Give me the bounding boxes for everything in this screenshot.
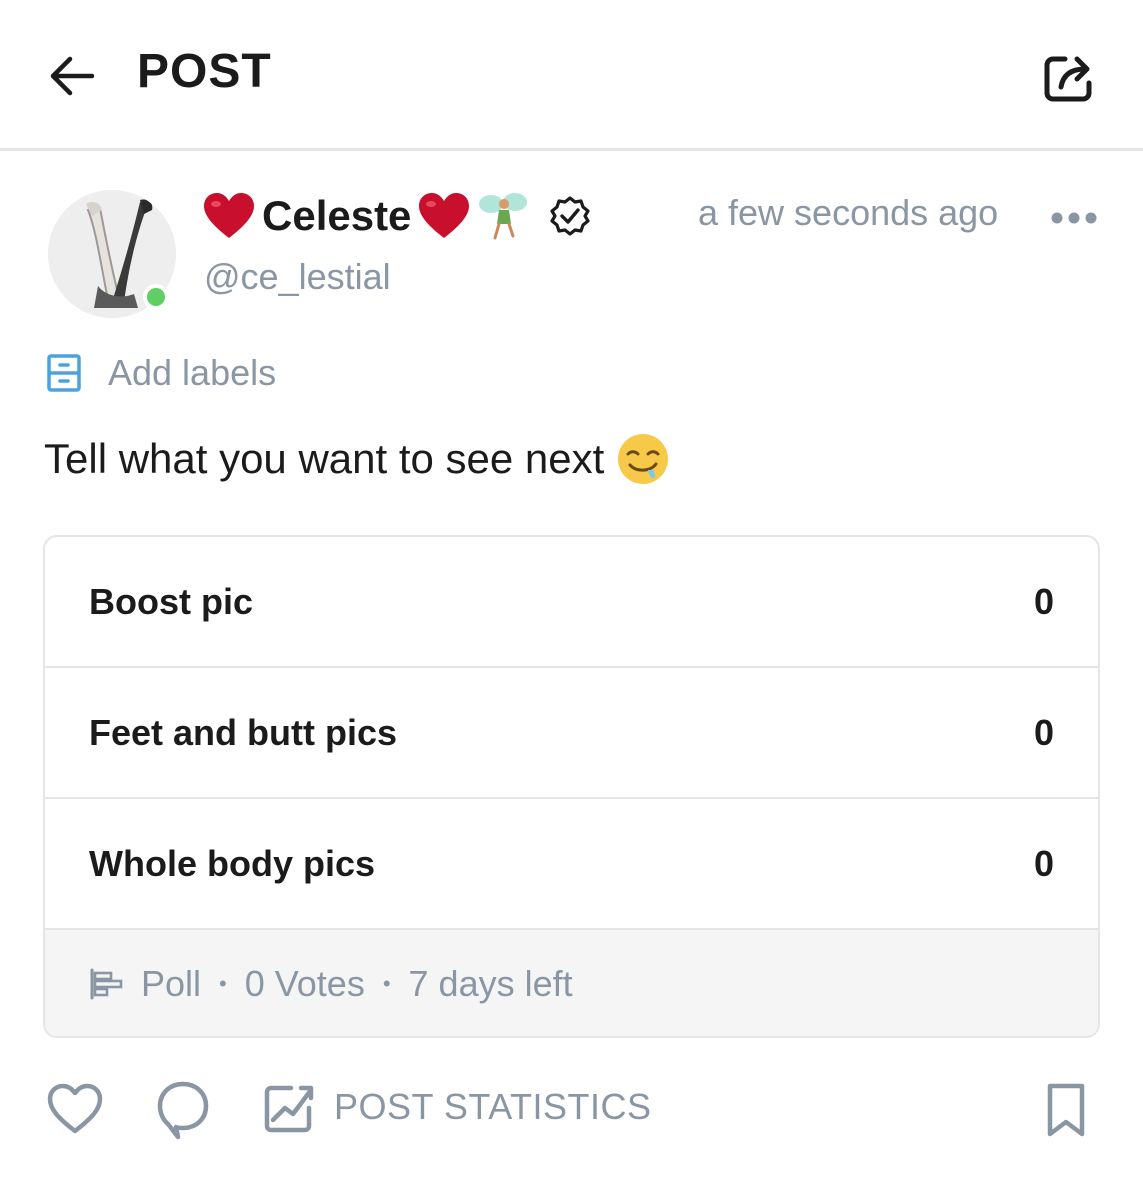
poll-time-left: 7 days left	[408, 963, 573, 1004]
bookmark-icon	[1047, 1083, 1085, 1137]
verified-badge-icon	[550, 196, 591, 236]
bookmark-button[interactable]	[1036, 1080, 1096, 1140]
page-title: POST	[137, 45, 272, 98]
poll-footer: Poll • 0 Votes • 7 days left	[45, 930, 1098, 1036]
separator-dot: •	[382, 971, 391, 996]
more-options-button[interactable]	[1046, 198, 1102, 238]
poll-type-label: Poll	[141, 963, 202, 1004]
post-timestamp: a few seconds ago	[698, 192, 999, 233]
poll-option-label: Whole body pics	[89, 842, 376, 884]
post-text: Tell what you want to see next	[44, 435, 605, 482]
poll-option-label: Boost pic	[89, 580, 254, 622]
author-name[interactable]: Celeste	[262, 192, 411, 240]
poll-option-count: 0	[1033, 580, 1054, 622]
post-statistics-button[interactable]: POST STATISTICS	[334, 1086, 652, 1128]
poll-icon	[90, 968, 123, 1000]
red-heart-emoji-icon	[204, 193, 254, 238]
add-labels-button[interactable]: Add labels	[46, 350, 276, 396]
poll-option-count: 0	[1033, 711, 1054, 753]
poll-option[interactable]: Feet and butt pics 0	[45, 668, 1098, 799]
author-name-row[interactable]: Celeste	[202, 186, 591, 246]
post-body: Tell what you want to see next	[44, 432, 670, 486]
fairy-emoji-icon	[479, 193, 528, 240]
share-icon	[1044, 56, 1092, 102]
heart-outline-icon	[47, 1083, 103, 1134]
comment-bubble-icon	[157, 1081, 209, 1140]
arrow-left-icon	[50, 56, 95, 96]
comment-button[interactable]	[154, 1078, 212, 1142]
back-button[interactable]	[44, 48, 100, 104]
drooling-face-emoji-icon	[618, 434, 669, 484]
poll-option[interactable]: Boost pic 0	[45, 537, 1098, 668]
like-button[interactable]	[44, 1078, 106, 1140]
poll-option[interactable]: Whole body pics 0	[45, 799, 1098, 930]
post-statistics-icon-button[interactable]	[262, 1080, 318, 1136]
poll-option-label: Feet and butt pics	[89, 711, 398, 753]
separator-dot: •	[219, 971, 227, 996]
poll-option-count: 0	[1033, 842, 1054, 884]
top-bar: POST	[0, 0, 1143, 151]
statistics-chart-icon	[264, 1085, 314, 1133]
add-labels-label: Add labels	[108, 352, 277, 393]
label-drawer-icon	[47, 354, 81, 392]
red-heart-emoji-icon	[419, 193, 470, 238]
author-handle[interactable]: @ce_lestial	[204, 256, 391, 298]
online-status-dot	[143, 284, 169, 310]
share-button[interactable]	[1036, 44, 1102, 110]
poll-votes: 0 Votes	[244, 963, 365, 1004]
more-horizontal-icon	[1051, 212, 1097, 224]
poll-card: Boost pic 0 Feet and butt pics 0 Whole b…	[43, 535, 1100, 1038]
